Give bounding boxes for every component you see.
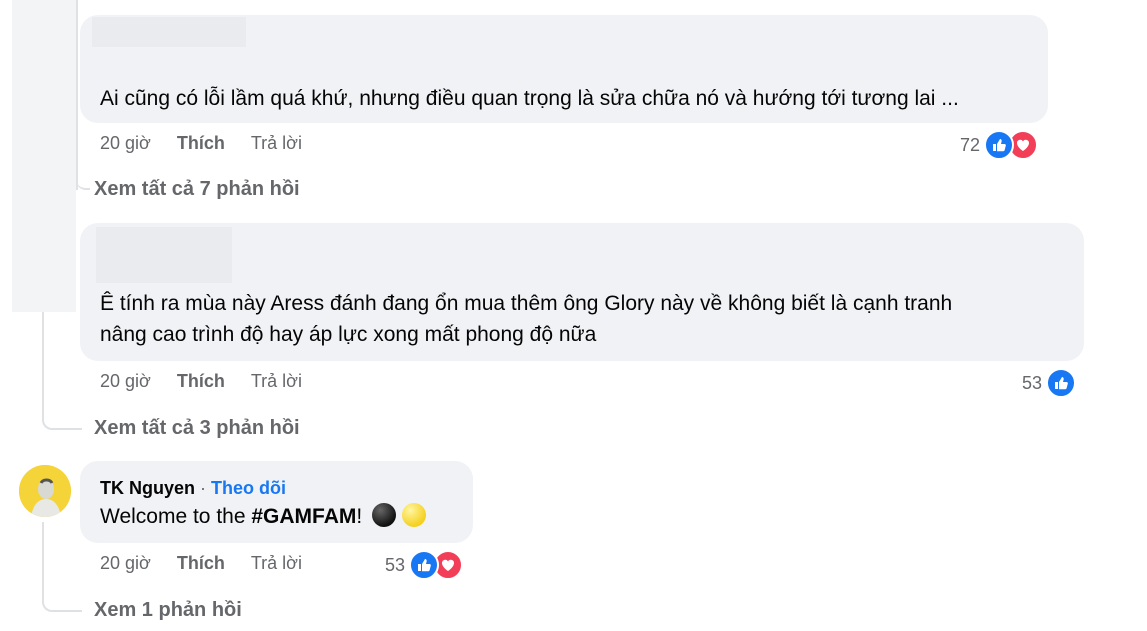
comment-text-line: nâng cao trình độ hay áp lực xong mất ph… — [100, 323, 597, 346]
thread-connector — [76, 168, 90, 190]
reply-action[interactable]: Trả lời — [251, 371, 302, 392]
view-replies-link[interactable]: Xem 1 phản hồi — [94, 599, 242, 622]
reaction-count: 72 — [960, 134, 981, 155]
comment-bubble: TK Nguyen · Theo dõi Welcome to the #GAM… — [80, 461, 473, 543]
reaction-count: 53 — [385, 554, 406, 575]
comment-bubble: Ai cũng có lỗi lầm quá khứ, nhưng điều q… — [80, 15, 1048, 123]
comment-header: TK Nguyen · Theo dõi — [100, 478, 286, 499]
reaction-summary[interactable]: 53 — [1022, 368, 1077, 398]
like-action[interactable]: Thích — [177, 553, 225, 574]
redacted-author — [96, 227, 232, 283]
comment-text-line: Ê tính ra mùa này Aress đánh đang ổn mua… — [100, 292, 953, 315]
reaction-summary[interactable]: 72 — [960, 130, 1039, 160]
redacted-area — [12, 0, 76, 312]
comment-text: Ai cũng có lỗi lầm quá khứ, nhưng điều q… — [100, 87, 959, 110]
black-circle-emoji — [372, 503, 397, 527]
hashtag-link[interactable]: #GAMFAM — [251, 505, 356, 528]
reaction-summary[interactable]: 53 — [385, 550, 464, 580]
comment-text-prefix: Welcome to the — [100, 505, 252, 528]
author-name[interactable]: TK Nguyen — [100, 478, 195, 498]
comment-meta: 20 giờ Thích Trả lời — [100, 133, 302, 154]
comment-bubble: Ê tính ra mùa này Aress đánh đang ổn mua… — [80, 223, 1084, 361]
comment-meta: 20 giờ Thích Trả lời — [100, 553, 302, 574]
redacted-author — [92, 17, 246, 47]
comment-time[interactable]: 20 giờ — [100, 133, 151, 154]
separator: · — [200, 478, 207, 498]
like-icon — [1046, 368, 1077, 398]
like-icon — [409, 550, 440, 580]
comment-meta: 20 giờ Thích Trả lời — [100, 371, 302, 392]
comment-time[interactable]: 20 giờ — [100, 371, 151, 392]
view-replies-link[interactable]: Xem tất cả 3 phản hồi — [94, 417, 300, 440]
comment-time[interactable]: 20 giờ — [100, 553, 151, 574]
like-action[interactable]: Thích — [177, 371, 225, 392]
like-icon — [984, 130, 1015, 160]
thread-line — [76, 0, 78, 190]
thread-line — [42, 312, 44, 412]
reply-action[interactable]: Trả lời — [251, 133, 302, 154]
comment-text-suffix: ! — [356, 505, 363, 528]
like-action[interactable]: Thích — [177, 133, 225, 154]
reply-action[interactable]: Trả lời — [251, 553, 302, 574]
thread-connector — [42, 584, 82, 612]
yellow-circle-emoji — [401, 503, 426, 527]
avatar[interactable] — [19, 465, 71, 517]
comment-text: Welcome to the #GAMFAM! — [100, 501, 426, 532]
follow-button[interactable]: Theo dõi — [211, 478, 286, 498]
view-replies-link[interactable]: Xem tất cả 7 phản hồi — [94, 178, 300, 201]
thread-connector — [42, 400, 82, 430]
reaction-count: 53 — [1022, 372, 1043, 393]
